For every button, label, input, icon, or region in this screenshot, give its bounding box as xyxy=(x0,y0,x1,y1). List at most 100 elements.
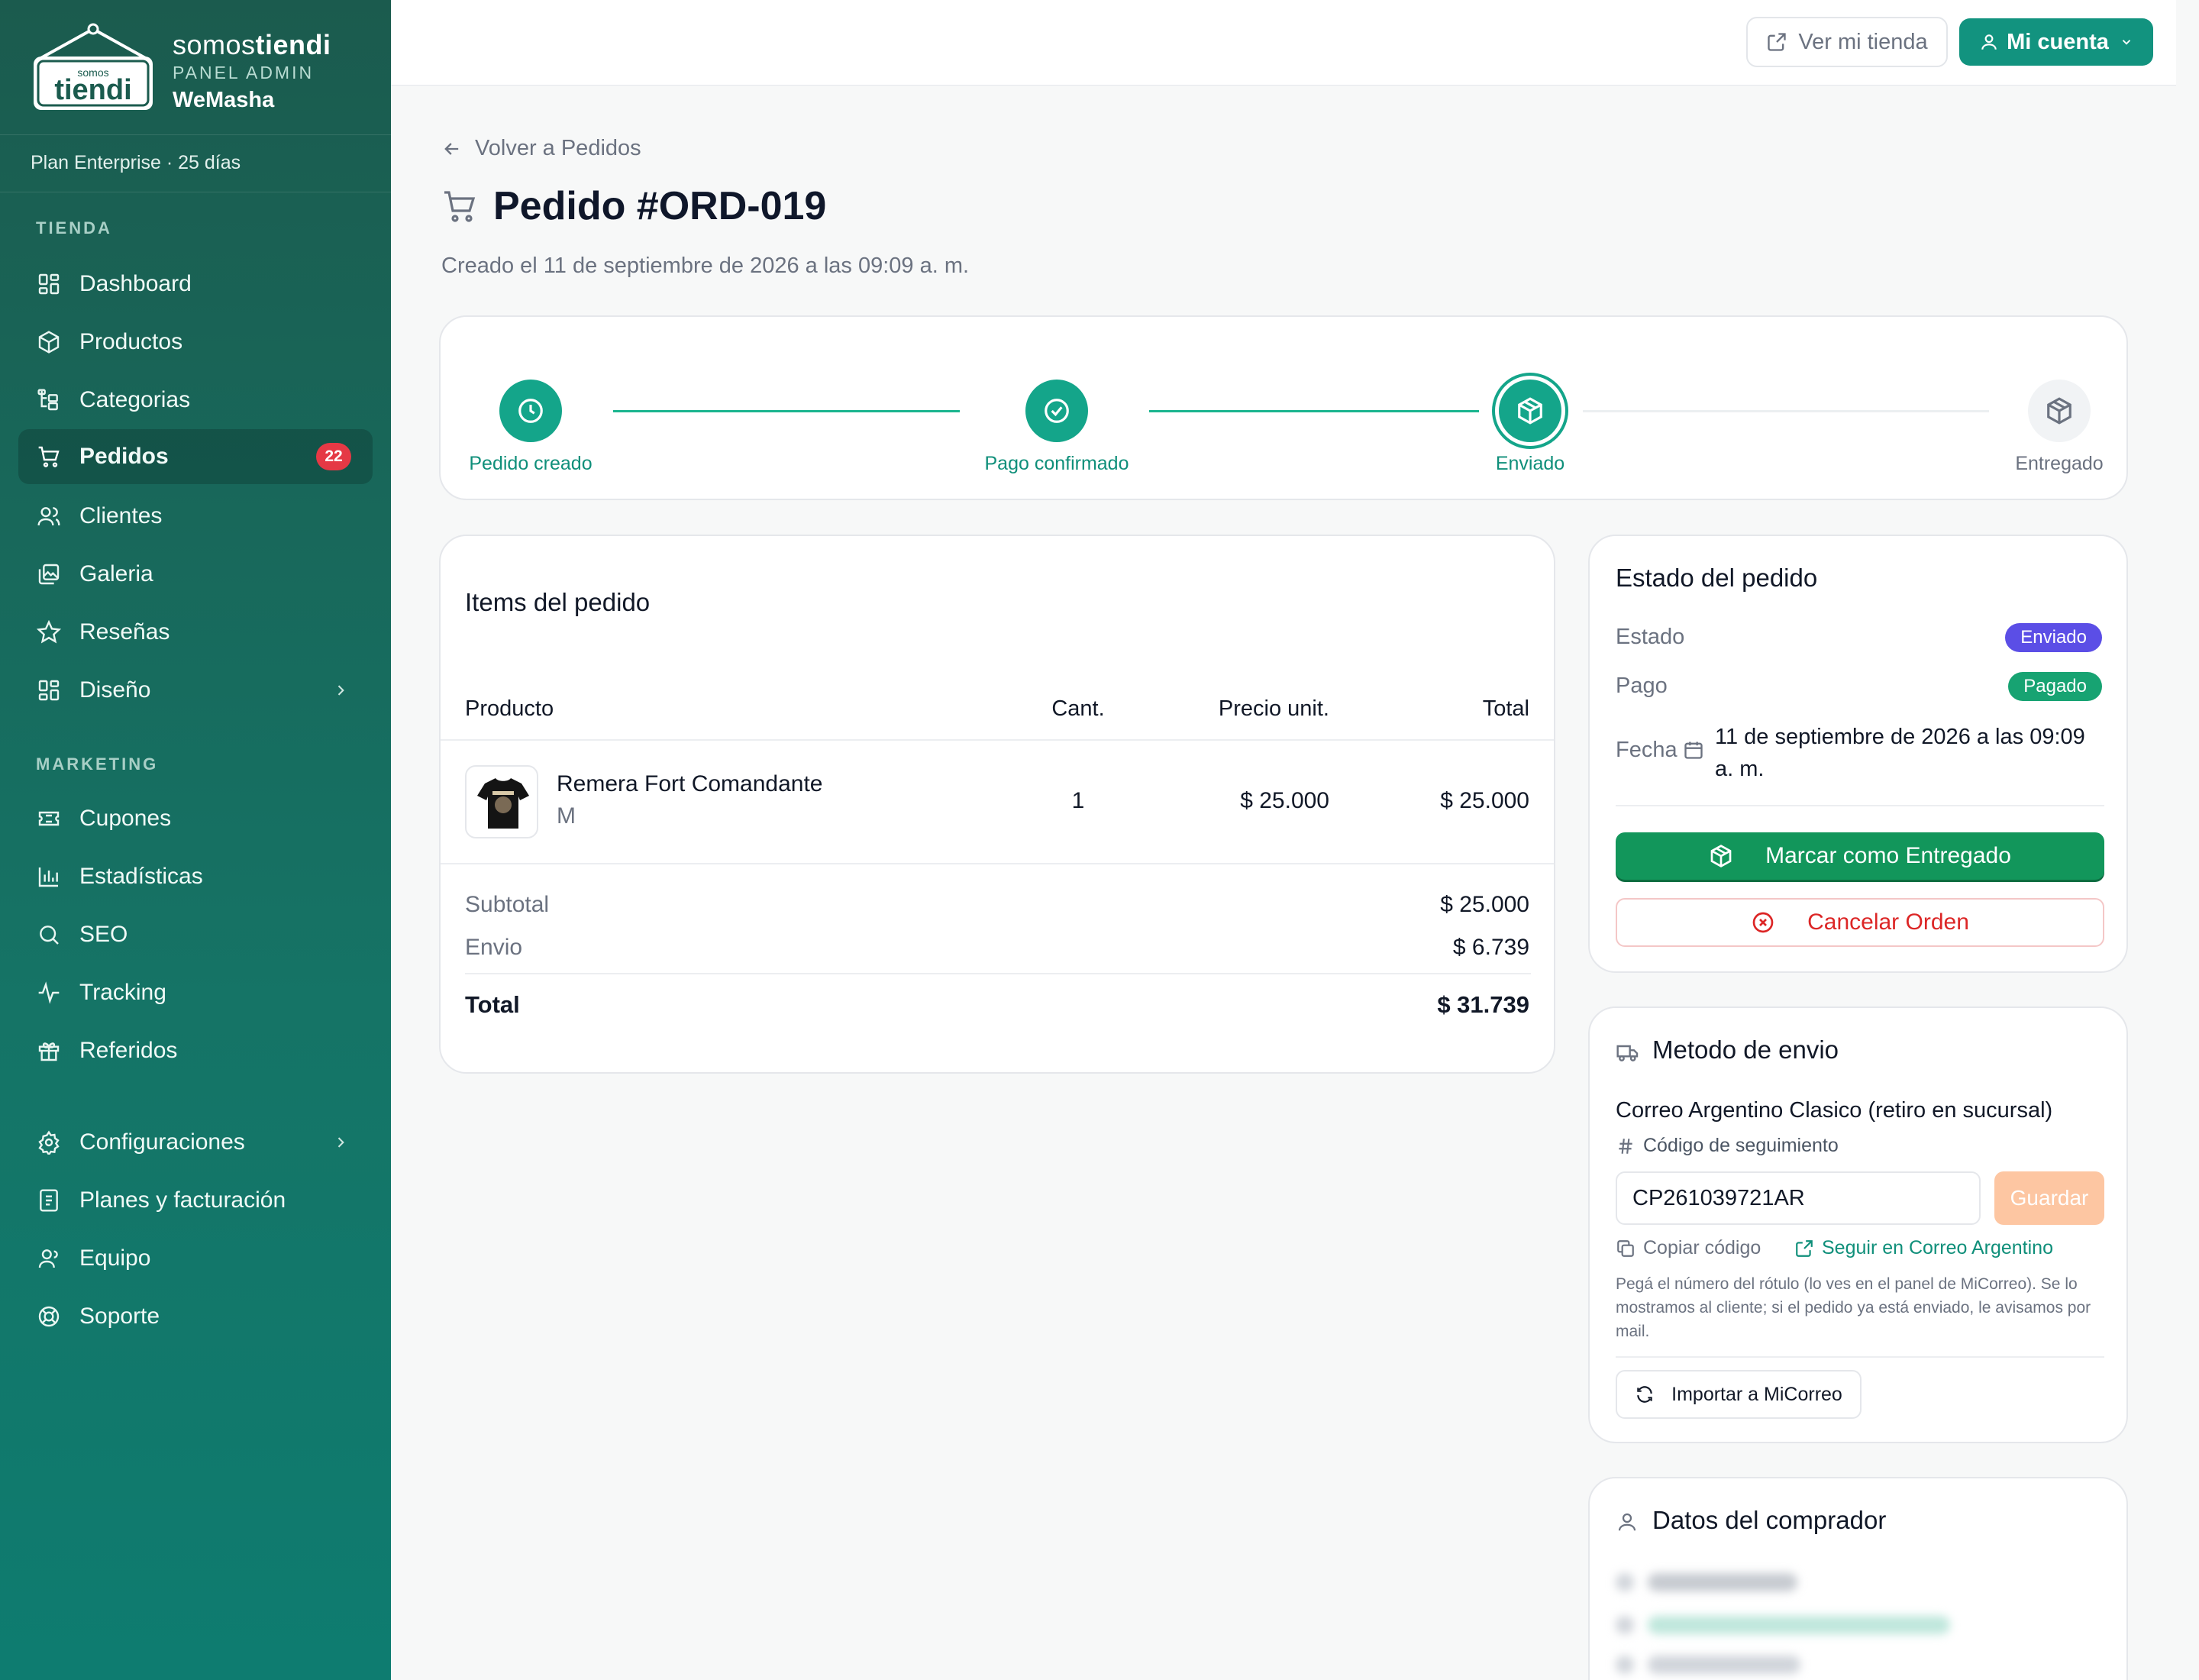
sidebar-item-soporte[interactable]: Soporte xyxy=(18,1289,373,1344)
sidebar-item-pedidos[interactable]: Pedidos 22 xyxy=(18,429,373,484)
product-thumbnail[interactable] xyxy=(465,765,538,838)
cancel-order-label: Cancelar Orden xyxy=(1807,909,1969,935)
account-menu-button[interactable]: Mi cuenta xyxy=(1959,18,2153,66)
product-name[interactable]: Remera Fort Comandante xyxy=(557,771,823,797)
divider xyxy=(441,739,1554,741)
view-store-label: Ver mi tienda xyxy=(1798,29,1928,54)
mark-delivered-label: Marcar como Entregado xyxy=(1765,843,2011,868)
divider xyxy=(441,863,1554,864)
product-total: $ 25.000 xyxy=(1440,788,1529,813)
sidebar-item-label: Cupones xyxy=(79,806,172,831)
external-link-icon xyxy=(1768,33,1787,51)
sidebar-item-categorias[interactable]: Categorias xyxy=(18,373,373,428)
mark-delivered-button[interactable]: Marcar como Entregado xyxy=(1616,832,2104,880)
ticket-icon xyxy=(38,811,60,826)
sidebar-item-label: Galeria xyxy=(79,561,153,586)
blurred-icon xyxy=(1616,1656,1634,1674)
bar-chart-icon xyxy=(38,867,58,887)
sidebar-item-label: SEO xyxy=(79,922,128,947)
check-circle-icon xyxy=(1045,399,1069,423)
cart-icon xyxy=(444,191,476,222)
sidebar-item-productos[interactable]: Productos xyxy=(18,315,373,370)
copy-icon xyxy=(1617,1239,1634,1257)
product-qty: 1 xyxy=(1071,788,1085,813)
status-title: Estado del pedido xyxy=(1616,564,1818,592)
receipt-icon xyxy=(40,1189,58,1212)
tracking-code-input[interactable]: CP261039721AR xyxy=(1616,1171,1981,1225)
divider xyxy=(1616,805,2104,806)
items-title: Items del pedido xyxy=(465,588,651,616)
sidebar-item-resenas[interactable]: Reseñas xyxy=(18,605,373,660)
sidebar-item-planes[interactable]: Planes y facturación xyxy=(18,1173,373,1228)
sidebar-item-clientes[interactable]: Clientes xyxy=(18,489,373,544)
section-tienda: TIENDA xyxy=(36,218,112,237)
sidebar-item-seo[interactable]: SEO xyxy=(18,907,373,962)
sidebar-item-galeria[interactable]: Galeria xyxy=(18,547,373,602)
user-icon xyxy=(1981,34,1997,50)
sidebar-item-label: Categorias xyxy=(79,387,191,412)
tshirt-image xyxy=(477,778,529,829)
brand-text: somostiendi PANEL ADMIN WeMasha xyxy=(173,29,331,113)
plan-info[interactable]: Plan Enterprise · 25 días xyxy=(0,134,391,192)
clock-icon xyxy=(518,399,543,423)
arrow-left-icon xyxy=(444,142,459,155)
sidebar-item-configuraciones[interactable]: Configuraciones xyxy=(18,1115,373,1170)
sidebar-item-label: Equipo xyxy=(79,1245,151,1271)
column-header: Total xyxy=(1482,696,1529,721)
search-icon xyxy=(40,926,59,945)
sidebar-item-diseno[interactable]: Diseño xyxy=(18,663,373,718)
payment-badge: Pagado xyxy=(2008,672,2102,701)
team-icon xyxy=(38,1249,58,1268)
gear-icon xyxy=(38,1130,60,1155)
product-unit-price: $ 25.000 xyxy=(1240,788,1329,813)
sidebar-item-tracking[interactable]: Tracking xyxy=(18,965,373,1020)
view-store-button[interactable]: Ver mi tienda xyxy=(1746,17,1948,67)
sidebar-item-equipo[interactable]: Equipo xyxy=(18,1231,373,1286)
sidebar-item-cupones[interactable]: Cupones xyxy=(18,791,373,846)
activity-icon xyxy=(38,981,60,1004)
blurred-buyer-phone xyxy=(1648,1656,1800,1674)
sidebar-item-label: Productos xyxy=(79,329,183,354)
column-header: Precio unit. xyxy=(1218,696,1329,721)
sidebar-item-label: Diseño xyxy=(79,677,151,703)
chevron-right-icon xyxy=(337,685,344,696)
column-header: Producto xyxy=(465,696,554,721)
account-label: Mi cuenta xyxy=(2007,29,2109,54)
shipping-title: Metodo de envio xyxy=(1652,1035,1839,1064)
dashboard-icon xyxy=(38,273,60,295)
sidebar-item-label: Planes y facturación xyxy=(79,1187,286,1213)
step-created-circle xyxy=(499,380,562,442)
shipping-label: Envio xyxy=(465,935,523,960)
store-name: WeMasha xyxy=(173,88,275,112)
payment-label: Pago xyxy=(1616,674,1668,698)
users-icon xyxy=(37,507,60,526)
sidebar-item-referidos[interactable]: Referidos xyxy=(18,1023,373,1078)
shipping-value: $ 6.739 xyxy=(1452,935,1529,960)
follow-tracking-link[interactable]: Seguir en Correo Argentino xyxy=(1794,1237,2053,1259)
buyer-title: Datos del comprador xyxy=(1652,1506,1887,1534)
copy-code-label: Copiar código xyxy=(1643,1237,1761,1258)
brand-subtitle: PANEL ADMIN xyxy=(173,63,315,82)
total-label: Total xyxy=(465,991,520,1018)
sidebar-item-label: Pedidos xyxy=(79,444,169,469)
tracking-help-text: Pegá el número del rótulo (lo ves en el … xyxy=(1616,1275,2091,1340)
import-micorreo-button[interactable]: Importar a MiCorreo xyxy=(1616,1370,1862,1419)
copy-code-link[interactable]: Copiar código xyxy=(1616,1237,1761,1259)
topbar: Ver mi tienda Mi cuenta xyxy=(391,0,2176,86)
progress-line-pending xyxy=(1583,410,1989,412)
sidebar-item-label: Tracking xyxy=(79,980,166,1005)
date-label: Fecha xyxy=(1616,738,1678,762)
brand[interactable]: somos tiendi somostiendi PANEL ADMIN WeM… xyxy=(31,23,366,115)
blurred-buyer-name xyxy=(1648,1573,1797,1591)
blurred-icon xyxy=(1616,1573,1634,1591)
sidebar-item-estadisticas[interactable]: Estadísticas xyxy=(18,849,373,904)
blurred-buyer-email xyxy=(1648,1616,1950,1634)
back-to-orders-link[interactable]: Volver a Pedidos xyxy=(441,136,641,161)
back-label: Volver a Pedidos xyxy=(475,136,641,160)
save-tracking-button[interactable]: Guardar xyxy=(1994,1171,2104,1225)
sidebar-item-dashboard[interactable]: Dashboard xyxy=(18,257,373,312)
step-label: Enviado xyxy=(1495,453,1565,474)
logo-icon: somos tiendi xyxy=(34,23,153,110)
lifebuoy-icon xyxy=(38,1306,60,1327)
cancel-order-button[interactable]: Cancelar Orden xyxy=(1616,898,2104,947)
